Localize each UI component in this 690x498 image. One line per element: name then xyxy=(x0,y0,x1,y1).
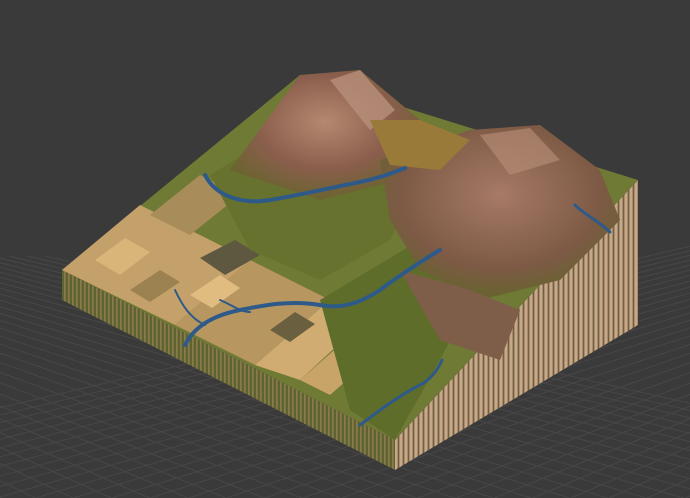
grid-line xyxy=(684,495,690,498)
3d-viewport[interactable] xyxy=(0,0,690,498)
viewport-canvas[interactable] xyxy=(0,0,690,498)
